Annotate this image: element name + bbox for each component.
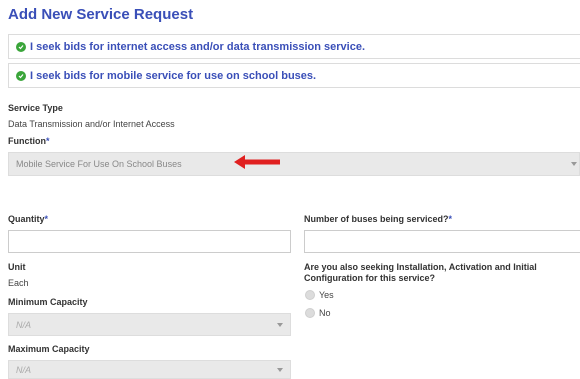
max-capacity-select-value: N/A [16,364,32,375]
function-select[interactable]: Mobile Service For Use On School Buses [8,152,580,176]
no-radio-label: No [319,308,331,318]
service-type-label: Service Type [8,103,63,113]
required-marker: * [44,214,49,224]
unit-value: Each [8,278,29,288]
unit-label: Unit [8,262,26,272]
min-capacity-label: Minimum Capacity [8,297,88,307]
yes-radio[interactable] [305,290,315,300]
installation-label-line2: Configuration for this service? [304,273,436,283]
min-capacity-select-value: N/A [16,319,32,330]
function-select-value: Mobile Service For Use On School Buses [16,159,182,169]
max-capacity-select[interactable]: N/A [8,360,291,379]
max-capacity-label: Maximum Capacity [8,344,90,354]
caret-down-icon [571,162,577,166]
check-circle-icon [16,41,26,52]
function-label: Function* [8,136,50,146]
page-title: Add New Service Request [8,6,194,23]
buses-label: Number of buses being serviced?* [304,214,452,224]
check-circle-icon [16,70,26,81]
quantity-label: Quantity* [8,214,48,224]
installation-yes-option[interactable]: Yes [305,290,334,300]
buses-label-text: Number of buses being serviced? [304,214,449,224]
quantity-label-text: Quantity [8,214,45,224]
service-type-value: Data Transmission and/or Internet Access [8,119,175,129]
no-radio[interactable] [305,308,315,318]
yes-radio-label: Yes [319,290,334,300]
option-internet-access-label: I seek bids for internet access and/or d… [30,40,366,53]
red-arrow-icon [234,155,280,169]
quantity-input[interactable] [8,230,291,253]
installation-label-line1: Are you also seeking Installation, Activ… [304,262,537,272]
buses-input[interactable] [304,230,580,253]
caret-down-icon [277,367,283,372]
required-marker: * [448,214,453,224]
min-capacity-select[interactable]: N/A [8,313,291,336]
required-marker: * [46,136,50,146]
option-internet-access[interactable]: I seek bids for internet access and/or d… [8,34,580,59]
caret-down-icon [277,322,283,327]
option-mobile-service-label: I seek bids for mobile service for use o… [30,69,317,82]
function-label-text: Function [8,136,46,146]
option-mobile-service[interactable]: I seek bids for mobile service for use o… [8,63,580,88]
installation-no-option[interactable]: No [305,308,331,318]
